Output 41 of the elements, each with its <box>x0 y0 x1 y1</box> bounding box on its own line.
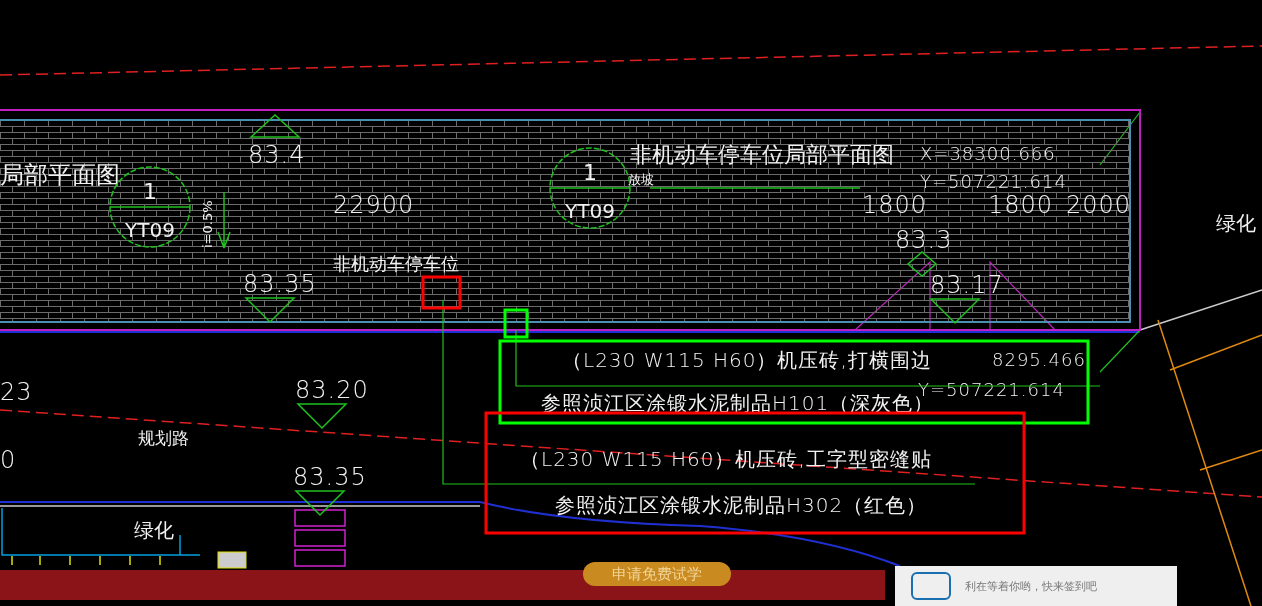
area-label: 非机动车停车位 <box>333 253 459 274</box>
area-label: 绿化 <box>134 518 174 542</box>
dimension-value: 1800 <box>862 191 928 219</box>
elevation-value: 83.4 <box>248 141 306 169</box>
coordinate-text: 8295.466 <box>992 349 1086 370</box>
drawing-title: 非机动车停车位局部平面图 <box>630 142 894 167</box>
coordinate-text: Y=507221.614 <box>920 171 1067 192</box>
elevation-value: 83.20 <box>295 376 369 404</box>
callout-text: 参照浈江区涂锻水泥制品H302（红色） <box>555 493 928 517</box>
slope-note: i=0.5% <box>200 200 215 248</box>
pointer-marker <box>503 308 529 339</box>
section-number: 1 <box>583 160 597 185</box>
elevation-marker-icon <box>296 403 348 430</box>
trial-button[interactable]: 申请免费试学 <box>583 562 731 586</box>
elevation-value: 83.17 <box>930 271 1004 299</box>
area-label: 规划路 <box>138 428 189 448</box>
elevation-marker-icon <box>929 298 981 325</box>
coordinate-text: X=38300.666 <box>920 143 1056 164</box>
slope-arrow-icon <box>217 191 231 249</box>
notice-text: 利在等着你哟，快来签到吧 <box>965 578 1097 594</box>
elevation-marker-icon <box>294 490 346 517</box>
dimension-value: 23 <box>0 378 33 406</box>
elevation-value: 83.3 <box>895 226 953 254</box>
dimension-value: 0 <box>0 446 17 474</box>
dimension-value: 22900 <box>333 191 415 219</box>
section-number: 1 <box>143 179 157 204</box>
dimension-value: 2000 <box>1066 191 1132 219</box>
pointer-marker <box>421 275 462 310</box>
slope-label: 放坡 <box>628 172 654 187</box>
elevation-value: 83.35 <box>293 463 367 491</box>
elevation-value: 83.35 <box>243 270 317 298</box>
area-label: 绿化 <box>1216 211 1256 235</box>
elevation-marker-icon <box>906 251 938 277</box>
drawing-title: 局部平面图 <box>0 161 120 189</box>
badge-icon <box>911 572 951 600</box>
dimension-value: 1800 <box>988 191 1054 219</box>
callout-text: （L230 W115 H60）机压砖,打横围边 <box>562 348 932 372</box>
elevation-marker-icon <box>244 297 296 324</box>
section-sheet: YT09 <box>125 218 175 242</box>
elevation-marker-icon <box>249 114 301 138</box>
section-sheet: YT09 <box>565 199 615 223</box>
